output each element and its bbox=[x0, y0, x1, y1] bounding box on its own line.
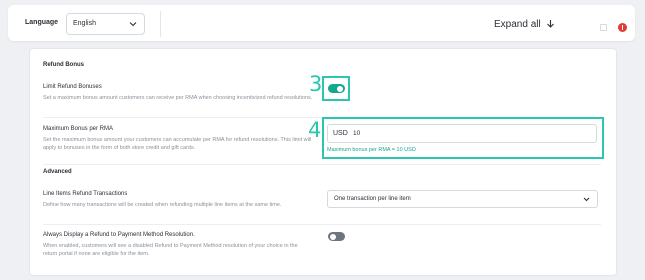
maximum-bonus-title: Maximum Bonus per RMA bbox=[43, 126, 114, 132]
top-bar: Language English Expand all bbox=[8, 5, 635, 41]
maximum-bonus-description: Set the maximum bonus amount your custom… bbox=[43, 137, 312, 151]
language-label: Language bbox=[25, 19, 59, 26]
divider bbox=[43, 224, 601, 225]
chevron-down-icon bbox=[129, 22, 137, 27]
language-select[interactable]: English bbox=[66, 13, 145, 35]
chevron-down-icon bbox=[583, 197, 590, 202]
maximum-bonus-hint: Maximum bonus per RMA = 10 USD bbox=[327, 147, 416, 153]
limit-refund-bonuses-title: Limit Refund Bonuses bbox=[43, 84, 102, 90]
always-display-description: When enabled, customers will see a disab… bbox=[43, 243, 298, 257]
language-value: English bbox=[73, 20, 96, 27]
collapse-icon[interactable] bbox=[600, 24, 607, 31]
expand-all-label: Expand all bbox=[494, 18, 541, 30]
maximum-bonus-input[interactable]: USD 10 bbox=[327, 124, 597, 143]
line-items-title: Line Items Refund Transactions bbox=[43, 191, 128, 197]
line-items-select[interactable]: One transaction per line item bbox=[327, 190, 598, 208]
divider bbox=[43, 164, 601, 165]
callout-step-4: 4 bbox=[308, 118, 322, 142]
advanced-heading: Advanced bbox=[43, 169, 72, 175]
arrow-down-icon bbox=[546, 20, 554, 28]
currency-prefix: USD bbox=[333, 130, 348, 137]
always-display-toggle[interactable] bbox=[328, 232, 345, 241]
callout-step-3: 3 bbox=[309, 72, 323, 96]
limit-refund-bonuses-description: Set a maximum bonus amount customers can… bbox=[43, 95, 313, 101]
alert-icon[interactable] bbox=[618, 23, 627, 32]
line-items-selected-value: One transaction per line item bbox=[334, 196, 411, 202]
maximum-bonus-value: 10 bbox=[353, 130, 361, 137]
always-display-title: Always Display a Refund to Payment Metho… bbox=[43, 232, 195, 238]
header-divider bbox=[160, 11, 161, 37]
refund-bonus-heading: Refund Bonus bbox=[43, 62, 84, 68]
limit-refund-bonuses-toggle[interactable] bbox=[328, 84, 345, 93]
expand-all-button[interactable]: Expand all bbox=[494, 17, 555, 31]
line-items-description: Define how many transactions will be cre… bbox=[43, 202, 282, 208]
